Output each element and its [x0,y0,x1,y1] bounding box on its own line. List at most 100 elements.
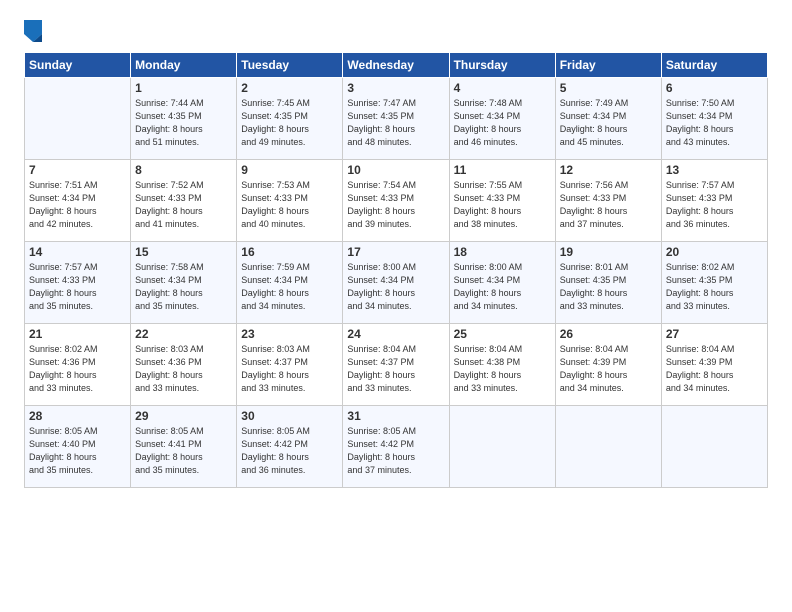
calendar-cell: 4 Sunrise: 7:48 AMSunset: 4:34 PMDaylight… [449,78,555,160]
header-thursday: Thursday [449,53,555,78]
day-number: 27 [666,327,763,341]
calendar-cell: 16 Sunrise: 7:59 AMSunset: 4:34 PMDayligh… [237,242,343,324]
day-number: 9 [241,163,338,177]
header-monday: Monday [131,53,237,78]
calendar-cell: 11 Sunrise: 7:55 AMSunset: 4:33 PMDayligh… [449,160,555,242]
day-info: Sunrise: 8:02 AMSunset: 4:36 PMDaylight:… [29,343,126,395]
day-info: Sunrise: 7:47 AMSunset: 4:35 PMDaylight:… [347,97,444,149]
day-info: Sunrise: 8:04 AMSunset: 4:39 PMDaylight:… [560,343,657,395]
day-info: Sunrise: 8:05 AMSunset: 4:40 PMDaylight:… [29,425,126,477]
day-info: Sunrise: 8:04 AMSunset: 4:39 PMDaylight:… [666,343,763,395]
calendar-cell: 28 Sunrise: 8:05 AMSunset: 4:40 PMDayligh… [25,406,131,488]
header [24,20,768,42]
day-info: Sunrise: 7:55 AMSunset: 4:33 PMDaylight:… [454,179,551,231]
day-info: Sunrise: 8:04 AMSunset: 4:38 PMDaylight:… [454,343,551,395]
day-number: 8 [135,163,232,177]
calendar-cell: 17Sunrise: 8:00 AMSunset: 4:34 PMDayligh… [343,242,449,324]
day-number: 21 [29,327,126,341]
day-number: 22 [135,327,232,341]
calendar-cell: 2 Sunrise: 7:45 AMSunset: 4:35 PMDaylight… [237,78,343,160]
calendar-cell: 26Sunrise: 8:04 AMSunset: 4:39 PMDayligh… [555,324,661,406]
day-number: 6 [666,81,763,95]
day-info: Sunrise: 7:57 AMSunset: 4:33 PMDaylight:… [666,179,763,231]
header-friday: Friday [555,53,661,78]
calendar-cell: 1 Sunrise: 7:44 AMSunset: 4:35 PMDaylight… [131,78,237,160]
day-info: Sunrise: 8:05 AMSunset: 4:42 PMDaylight:… [347,425,444,477]
day-info: Sunrise: 8:04 AMSunset: 4:37 PMDaylight:… [347,343,444,395]
header-saturday: Saturday [661,53,767,78]
day-number: 16 [241,245,338,259]
calendar-cell [661,406,767,488]
day-number: 20 [666,245,763,259]
week-row-3: 21 Sunrise: 8:02 AMSunset: 4:36 PMDayligh… [25,324,768,406]
calendar-cell [449,406,555,488]
day-info: Sunrise: 8:00 AMSunset: 4:34 PMDaylight:… [347,261,444,313]
calendar-cell: 23 Sunrise: 8:03 AMSunset: 4:37 PMDayligh… [237,324,343,406]
day-number: 11 [454,163,551,177]
day-number: 7 [29,163,126,177]
day-info: Sunrise: 8:01 AMSunset: 4:35 PMDaylight:… [560,261,657,313]
day-info: Sunrise: 8:05 AMSunset: 4:41 PMDaylight:… [135,425,232,477]
day-info: Sunrise: 7:45 AMSunset: 4:35 PMDaylight:… [241,97,338,149]
logo-icon [24,20,42,42]
calendar-cell: 5 Sunrise: 7:49 AMSunset: 4:34 PMDaylight… [555,78,661,160]
calendar-cell: 19 Sunrise: 8:01 AMSunset: 4:35 PMDayligh… [555,242,661,324]
calendar-cell: 6 Sunrise: 7:50 AMSunset: 4:34 PMDaylight… [661,78,767,160]
calendar-cell [25,78,131,160]
week-row-2: 14 Sunrise: 7:57 AMSunset: 4:33 PMDayligh… [25,242,768,324]
header-row: SundayMondayTuesdayWednesdayThursdayFrid… [25,53,768,78]
day-number: 13 [666,163,763,177]
calendar-cell: 24 Sunrise: 8:04 AMSunset: 4:37 PMDayligh… [343,324,449,406]
calendar-cell: 14 Sunrise: 7:57 AMSunset: 4:33 PMDayligh… [25,242,131,324]
day-info: Sunrise: 7:58 AMSunset: 4:34 PMDaylight:… [135,261,232,313]
day-number: 24 [347,327,444,341]
day-info: Sunrise: 7:53 AMSunset: 4:33 PMDaylight:… [241,179,338,231]
day-number: 5 [560,81,657,95]
day-info: Sunrise: 7:54 AMSunset: 4:33 PMDaylight:… [347,179,444,231]
day-number: 10 [347,163,444,177]
day-number: 19 [560,245,657,259]
logo [24,20,46,42]
day-info: Sunrise: 7:57 AMSunset: 4:33 PMDaylight:… [29,261,126,313]
day-info: Sunrise: 7:51 AMSunset: 4:34 PMDaylight:… [29,179,126,231]
day-number: 18 [454,245,551,259]
calendar-cell: 3 Sunrise: 7:47 AMSunset: 4:35 PMDaylight… [343,78,449,160]
day-number: 4 [454,81,551,95]
day-info: Sunrise: 8:03 AMSunset: 4:37 PMDaylight:… [241,343,338,395]
day-info: Sunrise: 7:59 AMSunset: 4:34 PMDaylight:… [241,261,338,313]
calendar-cell: 25 Sunrise: 8:04 AMSunset: 4:38 PMDayligh… [449,324,555,406]
calendar-cell: 22Sunrise: 8:03 AMSunset: 4:36 PMDayligh… [131,324,237,406]
day-info: Sunrise: 8:05 AMSunset: 4:42 PMDaylight:… [241,425,338,477]
day-number: 30 [241,409,338,423]
day-number: 23 [241,327,338,341]
calendar-cell: 31 Sunrise: 8:05 AMSunset: 4:42 PMDayligh… [343,406,449,488]
day-number: 3 [347,81,444,95]
page: SundayMondayTuesdayWednesdayThursdayFrid… [0,0,792,612]
day-number: 29 [135,409,232,423]
calendar-cell: 20 Sunrise: 8:02 AMSunset: 4:35 PMDayligh… [661,242,767,324]
week-row-1: 7 Sunrise: 7:51 AMSunset: 4:34 PMDaylight… [25,160,768,242]
header-sunday: Sunday [25,53,131,78]
day-number: 1 [135,81,232,95]
day-info: Sunrise: 7:44 AMSunset: 4:35 PMDaylight:… [135,97,232,149]
week-row-0: 1 Sunrise: 7:44 AMSunset: 4:35 PMDaylight… [25,78,768,160]
week-row-4: 28 Sunrise: 8:05 AMSunset: 4:40 PMDayligh… [25,406,768,488]
day-number: 14 [29,245,126,259]
header-tuesday: Tuesday [237,53,343,78]
day-number: 28 [29,409,126,423]
day-number: 2 [241,81,338,95]
calendar-cell: 7 Sunrise: 7:51 AMSunset: 4:34 PMDaylight… [25,160,131,242]
day-number: 25 [454,327,551,341]
day-info: Sunrise: 7:49 AMSunset: 4:34 PMDaylight:… [560,97,657,149]
calendar-cell: 30 Sunrise: 8:05 AMSunset: 4:42 PMDayligh… [237,406,343,488]
day-number: 12 [560,163,657,177]
calendar-cell: 10 Sunrise: 7:54 AMSunset: 4:33 PMDayligh… [343,160,449,242]
day-number: 31 [347,409,444,423]
calendar-cell: 9 Sunrise: 7:53 AMSunset: 4:33 PMDaylight… [237,160,343,242]
day-info: Sunrise: 7:48 AMSunset: 4:34 PMDaylight:… [454,97,551,149]
calendar-cell: 18Sunrise: 8:00 AMSunset: 4:34 PMDayligh… [449,242,555,324]
calendar-cell: 27 Sunrise: 8:04 AMSunset: 4:39 PMDayligh… [661,324,767,406]
day-info: Sunrise: 7:50 AMSunset: 4:34 PMDaylight:… [666,97,763,149]
calendar-cell: 29 Sunrise: 8:05 AMSunset: 4:41 PMDayligh… [131,406,237,488]
day-info: Sunrise: 8:02 AMSunset: 4:35 PMDaylight:… [666,261,763,313]
